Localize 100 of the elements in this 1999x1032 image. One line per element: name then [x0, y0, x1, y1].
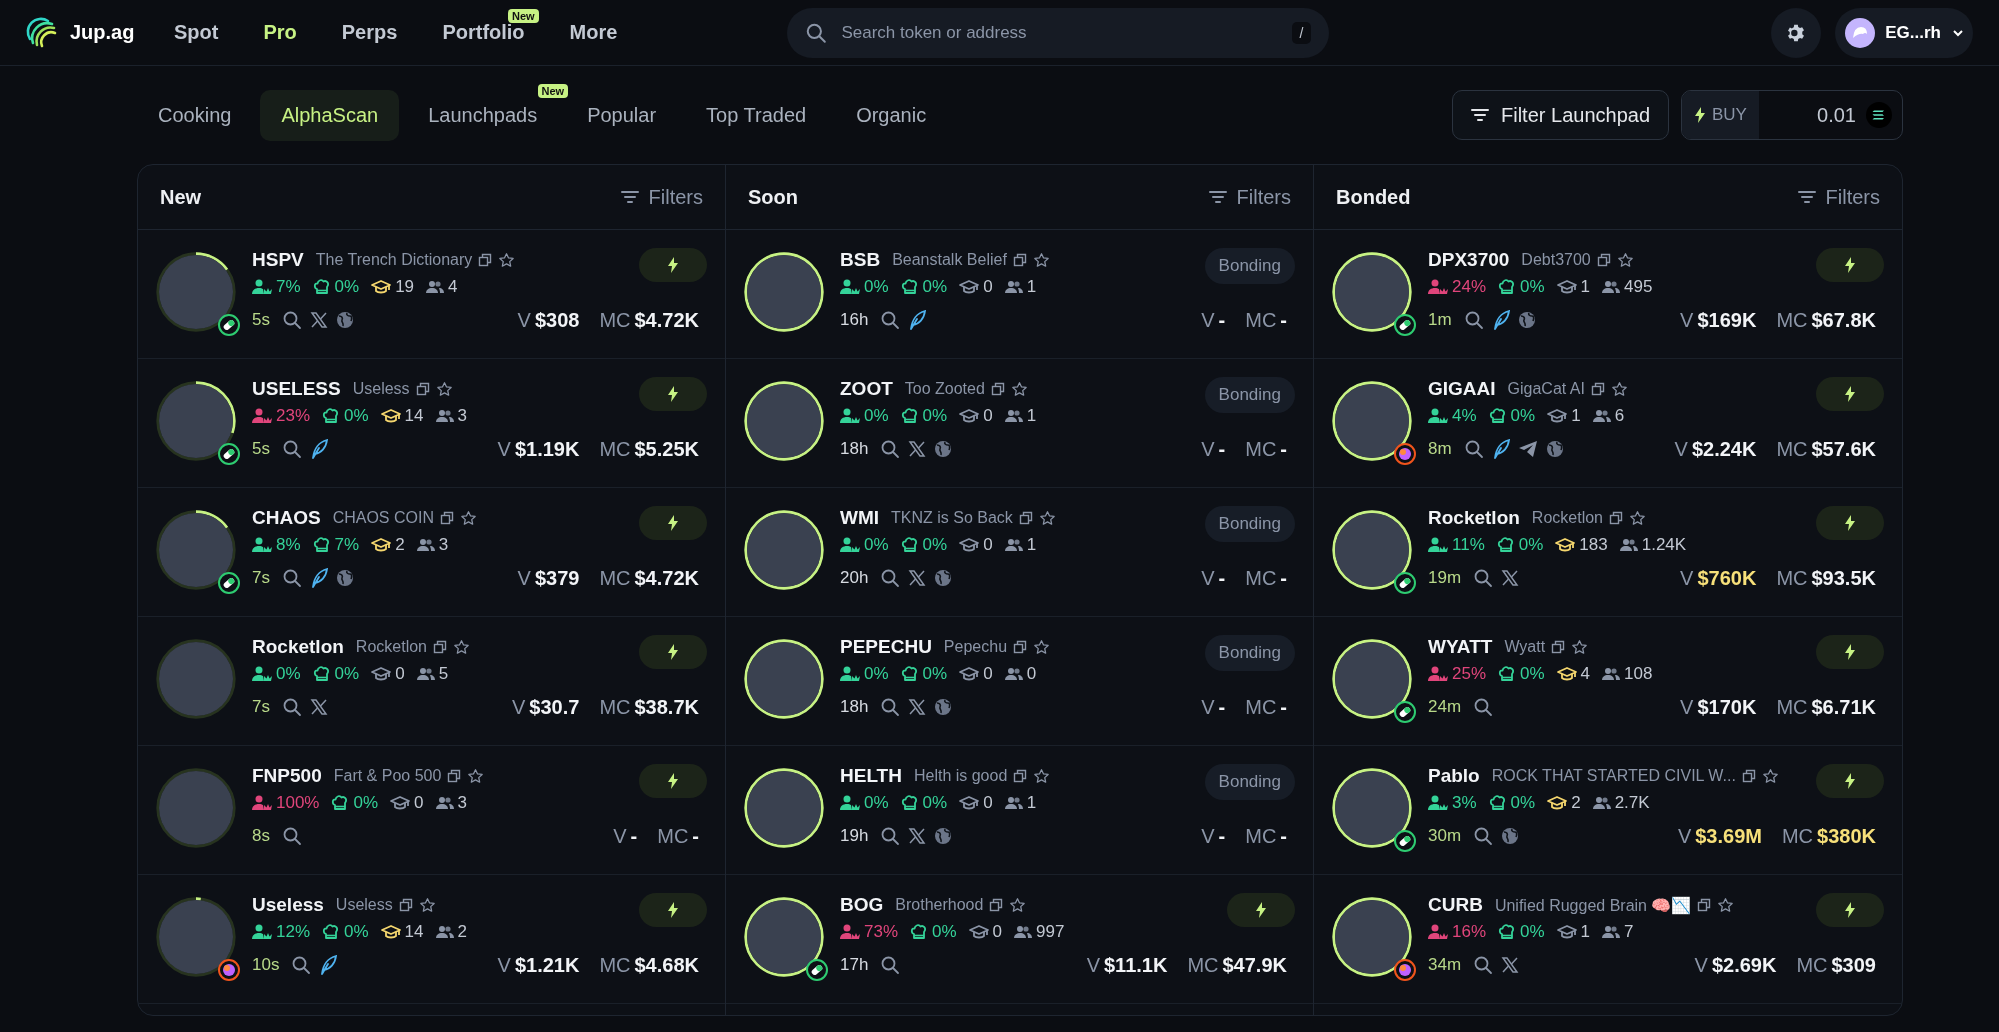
globe-icon[interactable]: [934, 827, 953, 845]
paper-plane-icon[interactable]: [1517, 440, 1538, 458]
globe-icon[interactable]: [335, 569, 354, 587]
copy-icon[interactable]: [1596, 253, 1611, 267]
search-icon[interactable]: [880, 310, 901, 330]
search-icon[interactable]: [880, 826, 901, 846]
star-icon[interactable]: [453, 638, 470, 656]
star-icon[interactable]: [1033, 767, 1051, 785]
logo-text[interactable]: Jup.ag: [70, 21, 135, 44]
copy-icon[interactable]: [1609, 511, 1623, 525]
feather-icon[interactable]: [309, 439, 328, 459]
logo-icon[interactable]: [26, 16, 58, 49]
search-icon[interactable]: [880, 439, 901, 459]
star-icon[interactable]: [1033, 638, 1051, 656]
copy-icon[interactable]: [398, 898, 413, 912]
globe-icon[interactable]: [934, 698, 953, 716]
copy-icon[interactable]: [1697, 898, 1712, 912]
quick-buy-button[interactable]: [639, 377, 707, 411]
search-icon[interactable]: [281, 568, 302, 588]
quick-buy-button[interactable]: [1816, 506, 1884, 540]
copy-icon[interactable]: [1013, 640, 1028, 654]
copy-icon[interactable]: [447, 769, 462, 783]
star-icon[interactable]: [1616, 251, 1634, 269]
nav-link[interactable]: Spot: [174, 21, 219, 43]
x-logo-icon[interactable]: [1501, 569, 1520, 587]
quick-buy-button[interactable]: [1816, 764, 1884, 798]
star-icon[interactable]: [1038, 509, 1056, 527]
feather-icon[interactable]: [309, 568, 328, 588]
star-icon[interactable]: [467, 767, 485, 785]
quick-buy-button[interactable]: [1227, 893, 1295, 927]
search-icon[interactable]: [281, 826, 302, 846]
x-logo-icon[interactable]: [908, 698, 927, 716]
copy-icon[interactable]: [1012, 253, 1027, 267]
quick-buy-button[interactable]: [639, 506, 707, 540]
globe-icon[interactable]: [934, 440, 953, 458]
filters-button[interactable]: Filters: [1797, 185, 1880, 209]
nav-link[interactable]: Perps: [341, 21, 398, 43]
search-icon[interactable]: [880, 697, 901, 717]
tab[interactable]: Top Traded: [685, 89, 828, 141]
feather-icon[interactable]: [1491, 310, 1510, 330]
globe-icon[interactable]: [1545, 440, 1564, 458]
tab[interactable]: Organic: [835, 89, 948, 141]
globe-icon[interactable]: [934, 569, 953, 587]
search-icon[interactable]: [1473, 568, 1494, 588]
quick-buy-button[interactable]: [639, 635, 707, 669]
quick-buy-button[interactable]: [639, 893, 707, 927]
copy-icon[interactable]: [1741, 769, 1756, 783]
globe-icon[interactable]: [335, 311, 354, 329]
nav-link[interactable]: Portfolio: [442, 21, 525, 43]
star-icon[interactable]: [498, 251, 516, 269]
search-field[interactable]: Search token or address: [839, 21, 1280, 44]
search-bar[interactable]: Search token or address /: [787, 7, 1330, 58]
search-icon[interactable]: [880, 955, 901, 975]
search-icon[interactable]: [1463, 310, 1484, 330]
quick-buy-button[interactable]: [1816, 248, 1884, 282]
copy-icon[interactable]: [415, 382, 430, 396]
quick-buy-button[interactable]: [1816, 377, 1884, 411]
copy-icon[interactable]: [1013, 769, 1028, 783]
search-icon[interactable]: [1473, 697, 1494, 717]
star-icon[interactable]: [418, 896, 436, 914]
globe-icon[interactable]: [1517, 311, 1536, 329]
feather-icon[interactable]: [319, 955, 338, 975]
copy-icon[interactable]: [439, 511, 454, 525]
search-icon[interactable]: [880, 568, 901, 588]
copy-icon[interactable]: [1590, 382, 1605, 396]
star-icon[interactable]: [1009, 896, 1027, 914]
x-logo-icon[interactable]: [908, 827, 927, 845]
copy-icon[interactable]: [989, 898, 1004, 912]
feather-icon[interactable]: [908, 310, 927, 330]
x-logo-icon[interactable]: [309, 698, 328, 716]
x-logo-icon[interactable]: [1501, 956, 1520, 974]
x-logo-icon[interactable]: [309, 311, 328, 329]
search-icon[interactable]: [1473, 955, 1494, 975]
buy-amount-field[interactable]: BUY 0.01: [1681, 90, 1903, 140]
feather-icon[interactable]: [1491, 439, 1510, 459]
copy-icon[interactable]: [433, 640, 447, 654]
star-icon[interactable]: [1571, 638, 1589, 656]
search-icon[interactable]: [281, 310, 302, 330]
tab[interactable]: AlphaScan: [260, 89, 400, 141]
search-icon[interactable]: [281, 697, 302, 717]
search-icon[interactable]: [1463, 439, 1484, 459]
copy-icon[interactable]: [990, 382, 1005, 396]
x-logo-icon[interactable]: [908, 440, 927, 458]
account-button[interactable]: EG...rh: [1835, 7, 1973, 58]
nav-link[interactable]: More: [569, 21, 618, 43]
star-icon[interactable]: [459, 509, 477, 527]
filters-button[interactable]: Filters: [1208, 185, 1291, 209]
search-icon[interactable]: [1473, 826, 1494, 846]
filters-button[interactable]: Filters: [620, 185, 703, 209]
quick-buy-button[interactable]: [639, 248, 707, 282]
star-icon[interactable]: [1717, 896, 1735, 914]
search-icon[interactable]: [281, 439, 302, 459]
star-icon[interactable]: [1010, 380, 1028, 398]
star-icon[interactable]: [1761, 767, 1779, 785]
x-logo-icon[interactable]: [908, 569, 927, 587]
star-icon[interactable]: [435, 380, 453, 398]
copy-icon[interactable]: [1551, 640, 1566, 654]
copy-icon[interactable]: [1018, 511, 1033, 525]
filter-launchpad-button[interactable]: Filter Launchpad: [1452, 90, 1669, 140]
star-icon[interactable]: [1032, 251, 1050, 269]
